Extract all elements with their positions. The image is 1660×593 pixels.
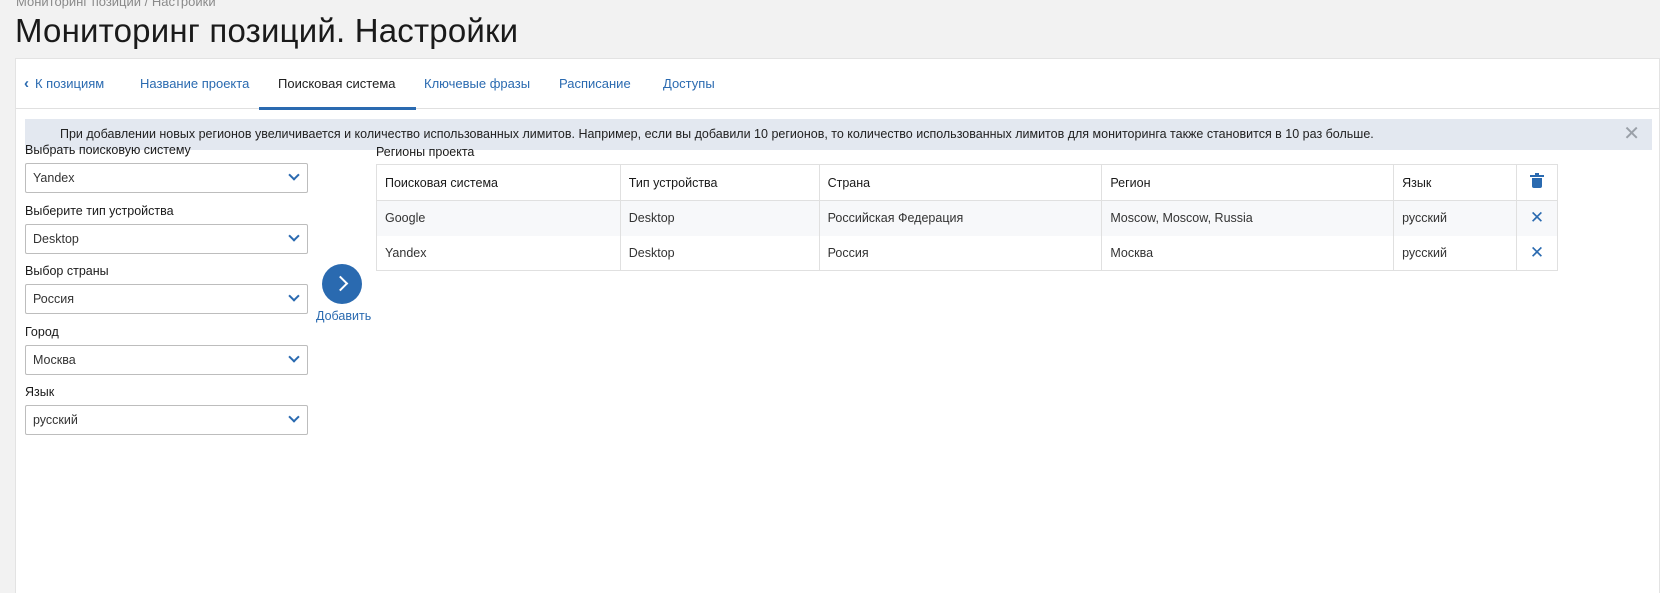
tab-project-name[interactable]: Название проекта [140,59,249,109]
alert-text: При добавлении новых регионов увеличивае… [60,127,1374,141]
close-icon[interactable]: ✕ [1530,243,1544,262]
column-header-language: Язык [1393,164,1517,201]
tab-bar: ‹ К позициям Название проекта Поисковая с… [16,59,1659,110]
chevron-down-icon [288,169,300,181]
search-engine-select[interactable]: Yandex [25,163,308,193]
device-type-select[interactable]: Desktop [25,224,308,254]
regions-table: Поисковая система Тип устройства Страна … [376,164,1559,271]
search-engine-value: Yandex [33,171,75,185]
tab-keywords[interactable]: Ключевые фразы [424,59,530,109]
cell-region: Moscow, Moscow, Russia [1101,200,1395,236]
country-value: Россия [33,292,74,306]
cell-language: русский [1393,200,1517,236]
close-icon[interactable]: ✕ [1530,208,1544,227]
country-label: Выбор страны [25,264,109,278]
chevron-down-icon [288,230,300,242]
search-engine-label: Выбрать поисковую систему [25,143,191,157]
device-type-value: Desktop [33,232,79,246]
tab-back-to-positions[interactable]: ‹ К позициям [24,59,104,109]
cell-delete: ✕ [1515,235,1559,271]
page-title: Мониторинг позиций. Настройки [15,12,519,49]
city-value: Москва [33,353,76,367]
language-label: Язык [25,385,55,399]
add-region-label[interactable]: Добавить [316,309,371,323]
language-value: русский [33,413,78,427]
cell-delete: ✕ [1515,200,1559,236]
cell-search-engine: Yandex [376,235,621,271]
tab-access[interactable]: Доступы [663,59,715,109]
chevron-down-icon [288,411,300,423]
cell-region: Москва [1101,235,1395,271]
cell-country: Россия [818,235,1103,271]
tab-schedule[interactable]: Расписание [559,59,631,109]
cell-country: Российская Федерация [818,200,1103,236]
trash-icon[interactable] [1529,173,1544,188]
table-row: Google Desktop Российская Федерация Mosc… [376,200,1559,236]
column-header-search-engine: Поисковая система [376,164,621,201]
table-row: Yandex Desktop Россия Москва русский ✕ [376,235,1559,271]
breadcrumb: Мониторинг позиций / Настройки [16,0,216,9]
column-header-country: Страна [818,164,1103,201]
delete-all-header [1515,164,1559,201]
add-region-button[interactable] [322,264,362,304]
city-label: Город [25,325,59,339]
cell-device-type: Desktop [619,200,820,236]
language-select[interactable]: русский [25,405,308,435]
chevron-down-icon [288,290,300,302]
chevron-left-icon: ‹ [24,75,29,92]
chevron-down-icon [288,351,300,363]
chevron-right-icon [332,275,349,292]
table-header-row: Поисковая система Тип устройства Страна … [376,164,1559,201]
tab-search-engine[interactable]: Поисковая система [259,59,415,110]
cell-device-type: Desktop [619,235,820,271]
cell-search-engine: Google [376,200,621,236]
country-select[interactable]: Россия [25,284,308,314]
regions-title: Регионы проекта [376,145,475,159]
close-icon[interactable]: ✕ [1623,119,1640,150]
column-header-region: Регион [1101,164,1395,201]
cell-language: русский [1393,235,1517,271]
city-select[interactable]: Москва [25,345,308,375]
column-header-device-type: Тип устройства [619,164,820,201]
settings-card: ‹ К позициям Название проекта Поисковая с… [15,58,1660,593]
device-type-label: Выберите тип устройства [25,204,174,218]
limits-alert: При добавлении новых регионов увеличивае… [25,119,1652,150]
tab-back-label: К позициям [35,76,105,91]
